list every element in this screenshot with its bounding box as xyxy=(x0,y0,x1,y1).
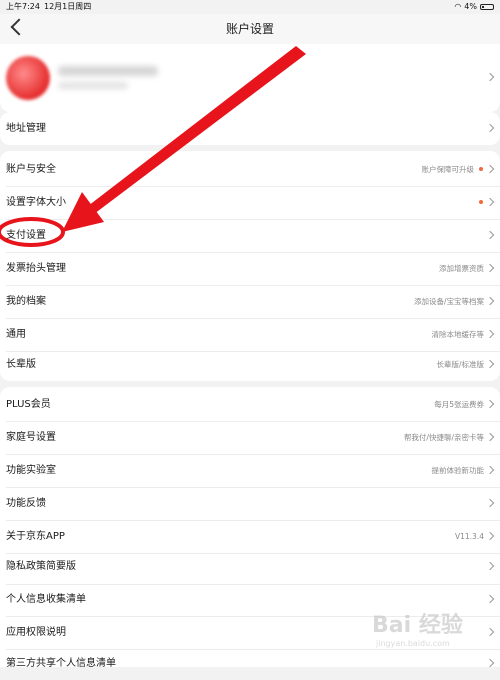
row-plus-member[interactable]: PLUS会员 每月5张运费券 xyxy=(0,388,500,421)
watermark: Bai 经验 jingyan.baidu.com xyxy=(372,607,492,657)
status-bar: 上午7:24 12月1日周四 ◠ 4% xyxy=(0,0,500,14)
row-hint: 清除本地缓存等 xyxy=(431,330,485,339)
row-label: 我的档案 xyxy=(6,296,46,307)
row-hint: 添加增票资质 xyxy=(439,264,484,273)
row-hint: V11.3.4 xyxy=(455,532,484,541)
row-hint: 提前体验新功能 xyxy=(431,466,485,475)
row-label: 隐私政策简要版 xyxy=(6,561,76,572)
row-hint: 账户保障可升级 xyxy=(421,165,475,174)
row-label: 设置字体大小 xyxy=(6,197,66,208)
chevron-right-icon xyxy=(485,296,495,306)
watermark-logo: Bai 经验 xyxy=(372,613,463,638)
row-account-security[interactable]: 账户与安全 账户保障可升级 xyxy=(0,153,500,186)
nav-bar: 账户设置 xyxy=(0,14,500,44)
chevron-right-icon xyxy=(485,432,495,442)
chevron-right-icon xyxy=(485,197,495,207)
user-subtext-blurred xyxy=(58,82,128,89)
row-feedback[interactable]: 功能反馈 xyxy=(0,487,500,520)
chevron-right-icon xyxy=(485,263,495,273)
row-payment-settings[interactable]: 支付设置 xyxy=(0,219,500,252)
chevron-right-icon xyxy=(485,658,495,668)
row-label: 账户与安全 xyxy=(6,164,56,175)
row-my-profile[interactable]: 我的档案 添加设备/宝宝等档案 xyxy=(0,285,500,318)
status-date: 12月1日周四 xyxy=(44,2,92,11)
address-card: 地址管理 xyxy=(0,112,500,145)
page-title: 账户设置 xyxy=(225,22,274,36)
row-hint: 长辈版/标准版 xyxy=(436,360,484,369)
row-label: 第三方共享个人信息清单 xyxy=(6,658,116,669)
status-time: 上午7:24 xyxy=(6,2,40,11)
row-about-app[interactable]: 关于京东APP V11.3.4 xyxy=(0,520,500,553)
chevron-right-icon xyxy=(485,329,495,339)
chevron-right-icon xyxy=(485,498,495,508)
watermark-url: jingyan.baidu.com xyxy=(376,639,450,648)
chevron-right-icon xyxy=(485,164,495,174)
row-label: PLUS会员 xyxy=(6,399,51,410)
row-privacy-summary[interactable]: 隐私政策简要版 xyxy=(0,550,500,583)
row-label: 个人信息收集清单 xyxy=(6,594,86,605)
chevron-right-icon xyxy=(485,531,495,541)
chevron-right-icon xyxy=(485,72,495,82)
row-label: 支付设置 xyxy=(6,230,46,241)
chevron-right-icon xyxy=(485,594,495,604)
row-label: 功能反馈 xyxy=(6,498,46,509)
row-family-account[interactable]: 家庭号设置 帮我付/快捷聊/亲密卡等 xyxy=(0,421,500,454)
battery-percent: 4% xyxy=(464,2,477,11)
wifi-icon: ◠ xyxy=(454,2,462,11)
row-font-size[interactable]: 设置字体大小 xyxy=(0,186,500,219)
chevron-right-icon xyxy=(485,359,495,369)
notice-dot xyxy=(479,200,483,204)
chevron-right-icon xyxy=(485,123,495,133)
row-label: 地址管理 xyxy=(6,123,46,134)
row-elder-mode[interactable]: 长辈版 长辈版/标准版 xyxy=(0,348,500,381)
row-feature-lab[interactable]: 功能实验室 提前体验新功能 xyxy=(0,454,500,487)
chevron-right-icon xyxy=(485,230,495,240)
row-label: 应用权限说明 xyxy=(6,627,66,638)
username-blurred xyxy=(58,66,158,76)
chevron-right-icon xyxy=(485,465,495,475)
settings-group-1: 账户与安全 账户保障可升级 设置字体大小 支付设置 发票抬头管理 添加增票资质 … xyxy=(0,151,500,381)
row-label: 关于京东APP xyxy=(6,531,65,542)
avatar xyxy=(6,56,50,100)
row-label: 长辈版 xyxy=(6,359,36,370)
row-hint: 添加设备/宝宝等档案 xyxy=(413,297,484,306)
chevron-right-icon xyxy=(485,399,495,409)
row-label: 通用 xyxy=(6,329,26,340)
battery-icon xyxy=(480,4,494,10)
notice-dot xyxy=(479,167,483,171)
row-general[interactable]: 通用 清除本地缓存等 xyxy=(0,318,500,351)
row-label: 发票抬头管理 xyxy=(6,263,66,274)
row-hint: 每月5张运费券 xyxy=(434,400,484,409)
row-label: 功能实验室 xyxy=(6,465,56,476)
row-address[interactable]: 地址管理 xyxy=(0,112,500,145)
row-invoice-title[interactable]: 发票抬头管理 添加增票资质 xyxy=(0,252,500,285)
row-label: 家庭号设置 xyxy=(6,432,56,443)
chevron-right-icon xyxy=(485,561,495,571)
profile-card[interactable] xyxy=(0,44,500,112)
row-hint: 帮我付/快捷聊/亲密卡等 xyxy=(403,433,484,442)
